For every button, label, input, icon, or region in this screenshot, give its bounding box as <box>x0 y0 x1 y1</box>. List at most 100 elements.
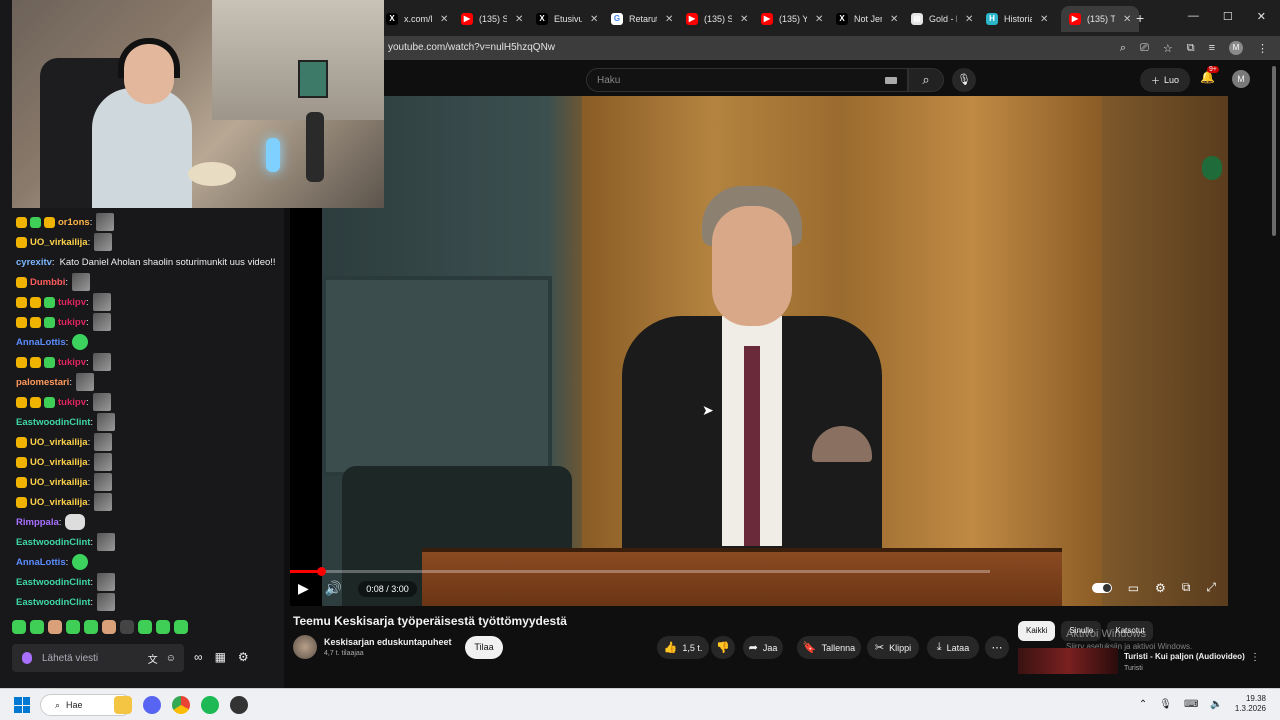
badge-icon[interactable] <box>44 316 55 328</box>
tab-close-icon[interactable]: ✕ <box>815 14 823 25</box>
progress-knob[interactable] <box>316 567 326 576</box>
volume-icon[interactable]: 🔊 <box>325 580 342 597</box>
file-explorer-icon[interactable] <box>114 696 132 714</box>
badge-icon[interactable] <box>16 496 27 508</box>
more-actions-button[interactable]: ⋯ <box>985 636 1009 659</box>
fullscreen-icon[interactable]: ⤢ <box>1206 580 1216 595</box>
chat-username[interactable]: AnnaLottis <box>16 557 66 568</box>
emote-icon[interactable] <box>120 620 134 634</box>
chat-username[interactable]: palomestari <box>16 377 69 388</box>
extensions-icon[interactable]: ⧉ <box>1187 42 1195 55</box>
badge-icon[interactable] <box>44 216 55 228</box>
emote-icon[interactable] <box>84 620 98 634</box>
chat-username[interactable]: AnnaLottis <box>16 337 66 348</box>
badge-icon[interactable] <box>16 356 27 368</box>
chat-username[interactable]: or1ons <box>58 217 90 228</box>
menu-icon[interactable]: ⋮ <box>1257 42 1268 55</box>
tab-close-icon[interactable]: ✕ <box>440 14 448 25</box>
recommendation-item[interactable]: Turisti - Kui paljon (Audiovideo) Turist… <box>1018 648 1260 678</box>
chat-username[interactable]: Dumbbi <box>30 277 65 288</box>
bookmark-star-icon[interactable]: ☆ <box>1163 42 1173 55</box>
dislike-button[interactable]: 👎 <box>711 636 735 659</box>
account-avatar[interactable]: M <box>1232 70 1250 88</box>
download-button[interactable]: ⤓ Lataa <box>927 636 979 659</box>
tab-close-icon[interactable]: ✕ <box>1040 14 1048 25</box>
badge-icon[interactable] <box>30 356 41 368</box>
badge-icon[interactable] <box>44 356 55 368</box>
emote-icon[interactable] <box>102 620 116 634</box>
cast-icon[interactable]: ⎚ <box>1140 42 1149 55</box>
settings-icon[interactable]: ⚙ <box>238 650 249 664</box>
zoom-icon[interactable]: ⌕ <box>1120 42 1126 55</box>
spotify-icon[interactable] <box>201 696 219 714</box>
badge-icon[interactable] <box>30 296 41 308</box>
tab-close-icon[interactable]: ✕ <box>890 14 898 25</box>
progress-bar[interactable] <box>290 567 990 576</box>
channel-name[interactable]: Keskisarjan eduskuntapuheet <box>324 637 452 647</box>
keyboard-icon[interactable] <box>885 76 897 84</box>
network-icon[interactable]: ⌨ <box>1184 699 1198 710</box>
emote-icon[interactable] <box>66 620 80 634</box>
chat-username[interactable]: UO_virkailija <box>30 237 88 248</box>
chat-username[interactable]: tukipv <box>58 357 86 368</box>
like-button[interactable]: 👍 1,5 t. <box>657 636 709 659</box>
badge-icon[interactable] <box>44 396 55 408</box>
emote-icon[interactable] <box>156 620 170 634</box>
tab-close-icon[interactable]: ✕ <box>590 14 598 25</box>
points-icon[interactable]: ∞ <box>194 650 203 664</box>
media-icon[interactable]: ≡ <box>1209 42 1215 54</box>
page-scrollbar[interactable] <box>1272 66 1276 236</box>
recommendation-thumbnail[interactable] <box>1018 648 1118 674</box>
browser-tab[interactable]: X Not Jer ✕ <box>836 6 898 32</box>
browser-tab[interactable]: ▶ (135) S ✕ <box>461 6 523 32</box>
url-text[interactable]: youtube.com/watch?v=nulH5hzqQNw <box>388 42 555 53</box>
chat-username[interactable]: EastwoodinClint <box>16 417 90 428</box>
chrome-icon[interactable] <box>172 696 190 714</box>
chat-username[interactable]: tukipv <box>58 317 86 328</box>
browser-tab[interactable]: ▶ (135) T ✕ <box>1061 6 1140 32</box>
settings-gear-icon[interactable]: ⚙ <box>1155 581 1166 595</box>
badge-icon[interactable] <box>30 396 41 408</box>
new-tab-button[interactable]: + <box>1136 10 1144 26</box>
badge-icon[interactable] <box>16 296 27 308</box>
browser-tab[interactable]: ▶ (135) Y ✕ <box>761 6 823 32</box>
discord-icon[interactable] <box>143 696 161 714</box>
microphone-icon[interactable] <box>22 652 32 664</box>
clip-button[interactable]: ✂ Klippi <box>867 636 919 659</box>
badge-icon[interactable] <box>16 276 27 288</box>
badge-icon[interactable] <box>16 216 27 228</box>
search-button[interactable]: ⌕ <box>908 68 944 92</box>
share-button[interactable]: ➦ Jaa <box>743 636 783 659</box>
chevron-up-icon[interactable]: ⌃ <box>1139 699 1147 710</box>
store-icon[interactable]: ▦ <box>215 650 226 664</box>
browser-tab[interactable]: ▤ Gold - l ✕ <box>911 6 973 32</box>
emote-icon[interactable] <box>138 620 152 634</box>
recommendation-title[interactable]: Turisti - Kui paljon (Audiovideo) <box>1124 652 1245 661</box>
badge-icon[interactable] <box>16 316 27 328</box>
tab-close-icon[interactable]: ✕ <box>1123 14 1131 25</box>
autoplay-toggle[interactable] <box>1091 582 1112 593</box>
badge-icon[interactable] <box>30 216 41 228</box>
windows-start-icon[interactable] <box>14 697 30 713</box>
close-icon[interactable]: ✕ <box>1257 10 1266 23</box>
microphone-tray-icon[interactable]: 🎙 <box>1159 699 1172 710</box>
video-player[interactable]: ➤ ▶ 🔊 0:08 / 3:00 ▭ ⚙ ⧉ ⤢ <box>290 96 1228 606</box>
browser-tab[interactable]: X Etusivu ✕ <box>536 6 598 32</box>
filter-chip[interactable]: Kaikki <box>1018 621 1056 641</box>
volume-tray-icon[interactable]: 🔈 <box>1210 699 1222 710</box>
badge-icon[interactable] <box>16 476 27 488</box>
subscribe-button[interactable]: Tilaa <box>465 636 503 659</box>
browser-tab[interactable]: H Historia ✕ <box>986 6 1048 32</box>
emote-bar[interactable] <box>12 620 188 634</box>
badge-icon[interactable] <box>30 316 41 328</box>
recommendation-more-icon[interactable]: ⋮ <box>1250 652 1260 663</box>
emote-icon[interactable] <box>174 620 188 634</box>
chat-username[interactable]: UO_virkailija <box>30 457 88 468</box>
video-frame[interactable]: ➤ <box>322 96 1228 606</box>
play-icon[interactable]: ▶ <box>298 580 309 597</box>
chat-username[interactable]: UO_virkailija <box>30 477 88 488</box>
tab-close-icon[interactable]: ✕ <box>515 14 523 25</box>
voice-search-icon[interactable]: 🎙 <box>952 68 976 92</box>
chat-input[interactable]: Lähetä viesti 文 ☺ <box>12 644 184 672</box>
maximize-icon[interactable]: ☐ <box>1223 10 1233 23</box>
